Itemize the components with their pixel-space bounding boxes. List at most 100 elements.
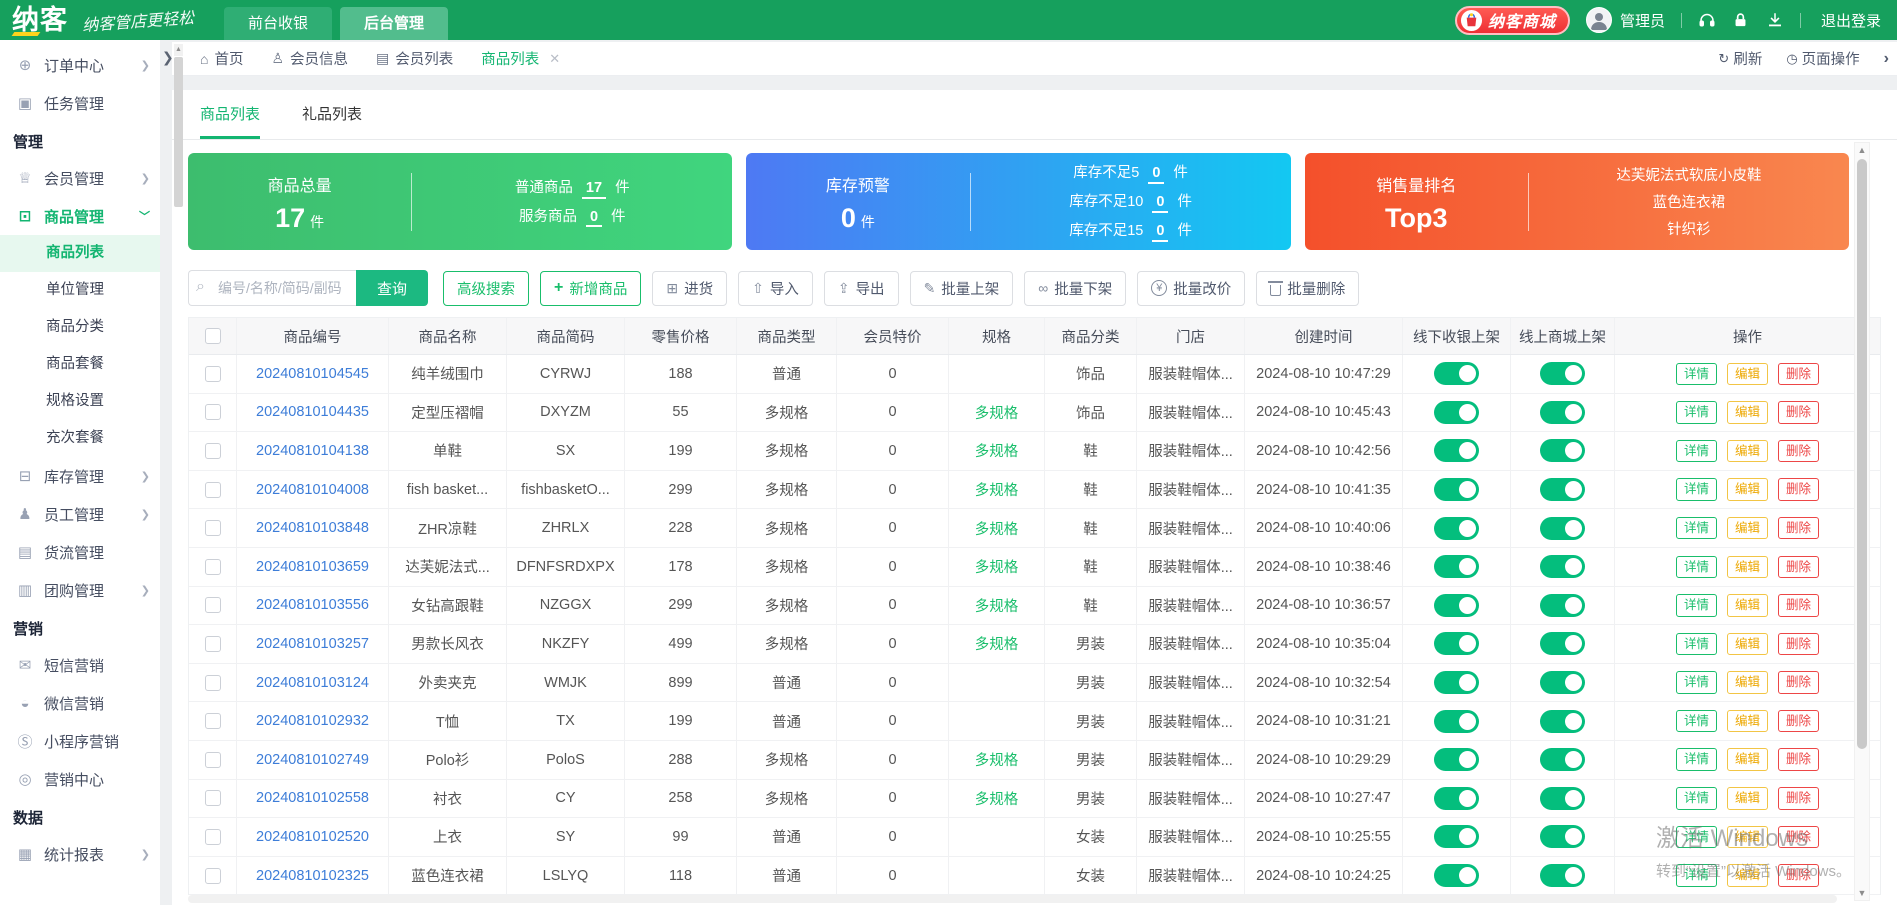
detail-number[interactable]: 0	[1148, 166, 1164, 184]
online-shelf-toggle[interactable]	[1540, 517, 1585, 540]
detail-button[interactable]: 详情	[1676, 517, 1717, 540]
detail-button[interactable]: 详情	[1676, 864, 1717, 887]
detail-number[interactable]: 0	[1152, 195, 1168, 213]
spec-link[interactable]: 多规格	[975, 633, 1019, 654]
row-checkbox[interactable]	[205, 752, 221, 768]
sidebar-scrollbar[interactable]: ▲	[174, 44, 183, 464]
spec-link[interactable]: 多规格	[975, 479, 1019, 500]
product-code-link[interactable]: 20240810104435	[256, 404, 369, 420]
product-code-link[interactable]: 20240810102325	[256, 868, 369, 884]
product-code-link[interactable]: 20240810102558	[256, 790, 369, 806]
online-shelf-toggle[interactable]	[1540, 671, 1585, 694]
page-tab-商品列表[interactable]: 商品列表✕	[481, 48, 560, 69]
del-button[interactable]: 删除	[1778, 826, 1819, 849]
del-button[interactable]: 删除	[1778, 556, 1819, 579]
offline-shelf-toggle[interactable]	[1434, 671, 1479, 694]
batch-on-shelf-button[interactable]: ✎批量上架	[910, 271, 1014, 306]
del-button[interactable]: 删除	[1778, 478, 1819, 501]
detail-button[interactable]: 详情	[1676, 671, 1717, 694]
user-menu[interactable]: 管理员	[1586, 7, 1665, 33]
online-shelf-toggle[interactable]	[1540, 401, 1585, 424]
sidebar-item-营销中心[interactable]: ◎营销中心	[0, 760, 160, 798]
sidebar-item-团购管理[interactable]: ▥团购管理❯	[0, 571, 160, 609]
horizontal-scrollbar[interactable]	[188, 895, 1837, 903]
row-checkbox[interactable]	[205, 675, 221, 691]
topbar-tab-后台管理[interactable]: 后台管理	[340, 7, 448, 40]
row-checkbox[interactable]	[205, 559, 221, 575]
detail-number[interactable]: 0	[1152, 224, 1168, 242]
row-checkbox[interactable]	[205, 520, 221, 536]
detail-button[interactable]: 详情	[1676, 401, 1717, 424]
offline-shelf-toggle[interactable]	[1434, 748, 1479, 771]
sidebar-item-库存管理[interactable]: ⊟库存管理❯	[0, 457, 160, 495]
row-checkbox[interactable]	[205, 790, 221, 806]
del-button[interactable]: 删除	[1778, 401, 1819, 424]
sidebar-item-订单中心[interactable]: ⊕订单中心❯	[0, 46, 160, 84]
detail-button[interactable]: 详情	[1676, 594, 1717, 617]
tab-商品列表[interactable]: 商品列表	[200, 90, 260, 139]
online-shelf-toggle[interactable]	[1540, 478, 1585, 501]
vertical-scrollbar[interactable]: ▲ ▼	[1854, 142, 1870, 901]
offline-shelf-toggle[interactable]	[1434, 401, 1479, 424]
sidebar-subitem-商品分类[interactable]: 商品分类	[0, 309, 160, 346]
edit-button[interactable]: 编辑	[1727, 710, 1768, 733]
detail-number[interactable]: 0	[586, 210, 602, 228]
edit-button[interactable]: 编辑	[1727, 594, 1768, 617]
product-code-link[interactable]: 20240810102749	[256, 752, 369, 768]
sidebar-item-小程序营销[interactable]: Ⓢ小程序营销	[0, 722, 160, 760]
close-icon[interactable]: ✕	[549, 51, 560, 67]
product-code-link[interactable]: 20240810103257	[256, 636, 369, 652]
refresh-button[interactable]: ↻ 刷新	[1718, 48, 1762, 69]
product-code-link[interactable]: 20240810104545	[256, 366, 369, 382]
sidebar-item-会员管理[interactable]: ♕会员管理❯	[0, 159, 160, 197]
logout-button[interactable]: 退出登录	[1821, 10, 1881, 31]
row-checkbox[interactable]	[205, 713, 221, 729]
mall-badge-button[interactable]: 纳客商城	[1455, 6, 1570, 35]
sidebar-item-微信营销[interactable]: ◒微信营销	[0, 684, 160, 722]
edit-button[interactable]: 编辑	[1727, 826, 1768, 849]
del-button[interactable]: 删除	[1778, 748, 1819, 771]
download-icon[interactable]	[1766, 11, 1784, 29]
offline-shelf-toggle[interactable]	[1434, 864, 1479, 887]
row-checkbox[interactable]	[205, 829, 221, 845]
online-shelf-toggle[interactable]	[1540, 710, 1585, 733]
sidebar-item-统计报表[interactable]: ▦统计报表❯	[0, 835, 160, 873]
search-input[interactable]	[188, 270, 356, 306]
row-checkbox[interactable]	[205, 404, 221, 420]
product-code-link[interactable]: 20240810103556	[256, 597, 369, 613]
scroll-thumb[interactable]	[1857, 159, 1867, 749]
product-code-link[interactable]: 20240810102932	[256, 713, 369, 729]
product-code-link[interactable]: 20240810103124	[256, 675, 369, 691]
sidebar-item-员工管理[interactable]: ♟员工管理❯	[0, 495, 160, 533]
row-checkbox[interactable]	[205, 868, 221, 884]
product-code-link[interactable]: 20240810104008	[256, 482, 369, 498]
edit-button[interactable]: 编辑	[1727, 748, 1768, 771]
detail-button[interactable]: 详情	[1676, 363, 1717, 386]
del-button[interactable]: 删除	[1778, 671, 1819, 694]
online-shelf-toggle[interactable]	[1540, 632, 1585, 655]
topbar-tab-前台收银[interactable]: 前台收银	[224, 7, 332, 40]
sidebar-collapse-chevron[interactable]: ❯	[162, 49, 174, 66]
offline-shelf-toggle[interactable]	[1434, 787, 1479, 810]
scroll-up-arrow[interactable]: ▲	[174, 44, 183, 56]
lock-icon[interactable]	[1732, 11, 1750, 29]
detail-button[interactable]: 详情	[1676, 748, 1717, 771]
sidebar-subitem-规格设置[interactable]: 规格设置	[0, 383, 160, 420]
offline-shelf-toggle[interactable]	[1434, 710, 1479, 733]
edit-button[interactable]: 编辑	[1727, 864, 1768, 887]
spec-link[interactable]: 多规格	[975, 402, 1019, 423]
del-button[interactable]: 删除	[1778, 710, 1819, 733]
batch-delete-button[interactable]: 批量删除	[1256, 271, 1359, 306]
tab-礼品列表[interactable]: 礼品列表	[302, 90, 362, 139]
offline-shelf-toggle[interactable]	[1434, 825, 1479, 848]
scroll-up-arrow[interactable]: ▲	[1858, 143, 1867, 157]
sidebar-subitem-充次套餐[interactable]: 充次套餐	[0, 420, 160, 457]
spec-link[interactable]: 多规格	[975, 788, 1019, 809]
online-shelf-toggle[interactable]	[1540, 362, 1585, 385]
sidebar-item-任务管理[interactable]: ▣任务管理	[0, 84, 160, 122]
edit-button[interactable]: 编辑	[1727, 633, 1768, 656]
add-product-button[interactable]: +新增商品	[540, 271, 641, 306]
online-shelf-toggle[interactable]	[1540, 825, 1585, 848]
scroll-down-arrow[interactable]: ▼	[1858, 886, 1867, 900]
edit-button[interactable]: 编辑	[1727, 363, 1768, 386]
